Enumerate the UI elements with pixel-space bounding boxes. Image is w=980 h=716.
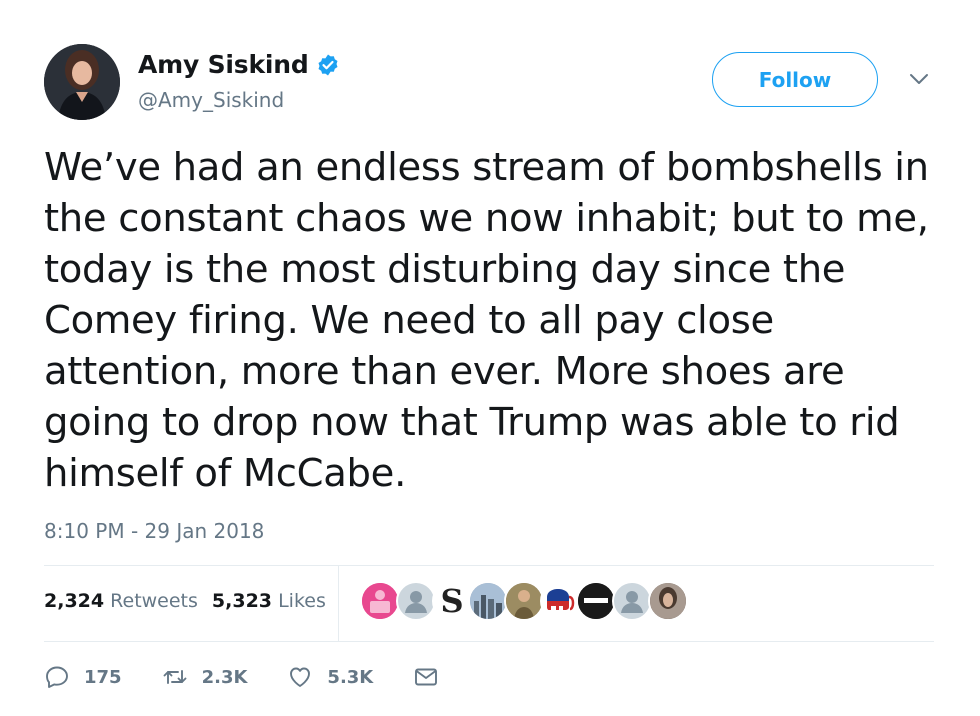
default-avatar[interactable]	[396, 581, 436, 621]
outdoor-avatar[interactable]	[504, 581, 544, 621]
retweets-label: Retweets	[110, 590, 198, 612]
like-count: 5.3K	[327, 666, 374, 688]
stats-top-divider	[44, 565, 934, 566]
author-name[interactable]: Amy Siskind	[138, 50, 309, 79]
likes-stat[interactable]: 5,323 Likes	[212, 590, 326, 612]
stats-bottom-divider	[44, 641, 934, 642]
author-avatar[interactable]	[44, 44, 120, 120]
direct-message-action[interactable]	[413, 664, 439, 690]
heart-icon	[290, 667, 311, 687]
tweet-actions: 175 2.3K 5.3K	[44, 664, 439, 690]
verified-badge-icon	[316, 53, 340, 77]
chevron-down-icon[interactable]	[906, 70, 932, 88]
author-name-row: Amy Siskind	[138, 50, 340, 79]
resist-avatar[interactable]	[576, 581, 616, 621]
author-handle[interactable]: @Amy_Siskind	[138, 88, 284, 112]
s-logo-avatar[interactable]: S	[432, 581, 472, 621]
envelope-icon	[415, 668, 438, 686]
likes-count: 5,323	[211, 590, 273, 612]
pink-avatar[interactable]	[360, 581, 400, 621]
skyline-avatar[interactable]	[468, 581, 508, 621]
reply-icon	[46, 666, 68, 688]
liker-letter: S	[440, 582, 464, 620]
liker-avatars: S	[360, 581, 688, 621]
retweet-count: 2.3K	[201, 666, 248, 688]
photo-avatar[interactable]	[648, 581, 688, 621]
reply-action[interactable]: 175	[44, 664, 122, 690]
retweets-stat[interactable]: 2,324 Retweets	[44, 590, 198, 612]
gop-elephant-avatar[interactable]	[540, 581, 580, 621]
retweet-action[interactable]: 2.3K	[162, 664, 248, 690]
tweet-text: We’ve had an endless stream of bombshell…	[44, 145, 929, 496]
tweet-timestamp[interactable]: 8:10 PM - 29 Jan 2018	[44, 519, 264, 543]
likes-label: Likes	[278, 590, 326, 612]
reply-count: 175	[84, 666, 122, 688]
follow-button[interactable]: Follow	[712, 52, 878, 107]
retweet-icon	[163, 670, 187, 684]
retweets-count: 2,324	[44, 590, 105, 612]
like-action[interactable]: 5.3K	[287, 664, 373, 690]
tweet-stats: 2,324 Retweets 5,323 Likes	[44, 590, 340, 612]
default-avatar[interactable]	[612, 581, 652, 621]
